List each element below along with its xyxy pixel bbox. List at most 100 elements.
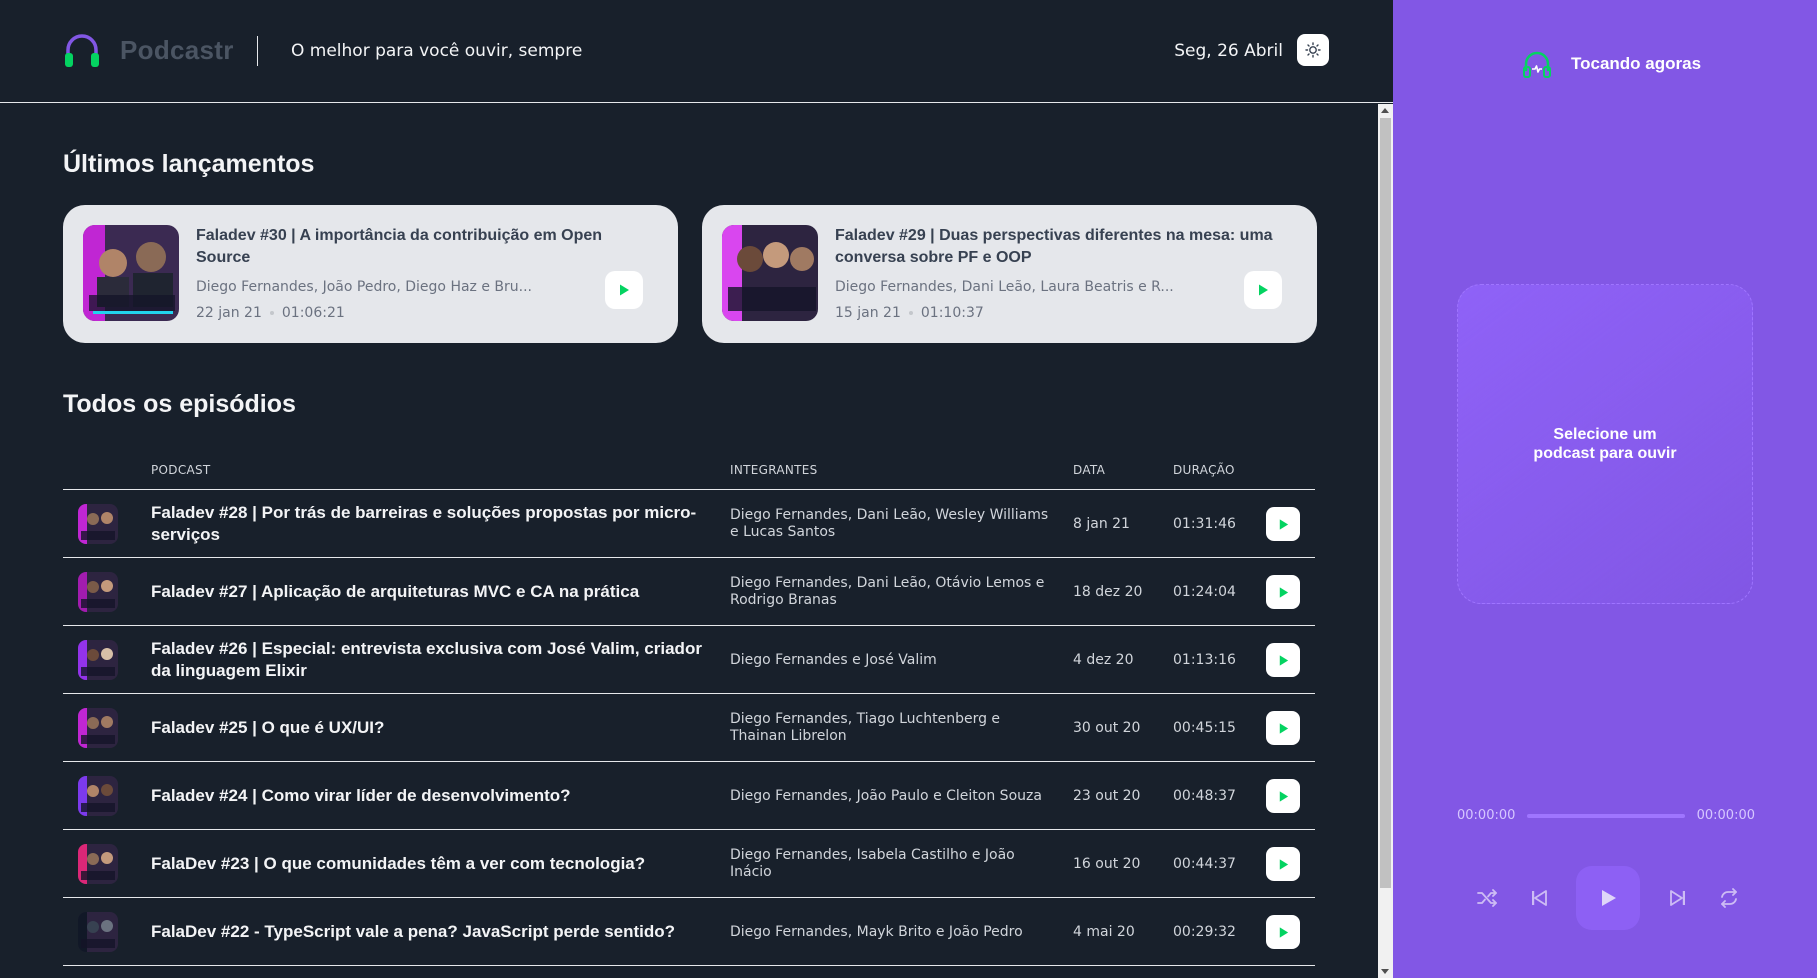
play-icon [1279,858,1288,870]
episode-thumbnail [78,708,118,748]
episode-title[interactable]: Faladev #28 | Por trás de barreiras e so… [151,490,711,558]
table-row[interactable]: FalaDev #23 | O que comunidades têm a ve… [63,830,1315,898]
episode-date: 15 jan 21 [835,305,901,321]
total-time: 00:00:00 [1696,808,1755,823]
episode-title[interactable]: Faladev #30 | A importância da contribui… [196,225,636,269]
episode-duration: 01:06:21 [281,305,345,321]
episode-members: Diego Fernandes, Isabela Castilho e João… [730,847,1015,880]
progress-bar[interactable] [1527,813,1685,818]
episodes-scroll-area[interactable]: Últimos lançamentos Faladev #30 | A impo… [0,104,1378,978]
theme-toggle-button[interactable] [1297,34,1329,66]
play-icon [1279,654,1288,666]
episode-cover-image [722,225,818,321]
episode-thumbnail [78,640,118,680]
episode-title[interactable]: Faladev #27 | Aplicação de arquiteturas … [151,558,711,626]
play-icon [1279,722,1288,734]
episode-meta: 22 jan 21 01:06:21 [196,305,345,321]
episode-meta: 15 jan 21 01:10:37 [835,305,984,321]
episode-title[interactable]: Faladev #25 | O que é UX/UI? [151,694,711,762]
play-icon [1279,790,1288,802]
scroll-up-arrow[interactable] [1381,108,1389,113]
play-episode-button[interactable] [1244,271,1282,309]
episode-cover-image [78,504,118,544]
column-integrantes: Integrantes [730,463,818,477]
play-episode-button[interactable] [1266,847,1300,881]
play-episode-button[interactable] [1266,711,1300,745]
main-area: Podcastr O melhor para você ouvir, sempr… [0,0,1393,978]
episode-title[interactable]: Faladev #26 | Especial: entrevista exclu… [151,626,711,694]
episode-cover-image [83,225,179,321]
play-episode-button[interactable] [1266,779,1300,813]
episode-date: 4 dez 20 [1073,652,1134,668]
latest-episode-card[interactable]: Faladev #30 | A importância da contribui… [63,205,678,343]
play-icon [1279,518,1288,530]
header-divider [257,36,258,66]
latest-episode-card[interactable]: Faladev #29 | Duas perspectivas diferent… [702,205,1317,343]
episode-title[interactable]: FalaDev #22 - TypeScript vale a pena? Ja… [151,898,711,966]
episode-duration: 00:29:32 [1173,924,1236,940]
shuffle-button[interactable] [1473,884,1501,912]
episode-cover-image [78,844,118,884]
episode-thumbnail [722,225,818,321]
episode-thumbnail [78,912,118,952]
play-button[interactable] [1576,866,1640,930]
latest-episodes: Faladev #30 | A importância da contribui… [63,205,1317,343]
previous-button[interactable] [1525,884,1553,912]
play-episode-button[interactable] [1266,507,1300,541]
player-panel: Tocando agoras Selecione um podcast para… [1393,0,1817,978]
separator-dot [269,311,274,315]
repeat-icon [1721,888,1737,908]
table-row[interactable]: Faladev #25 | O que é UX/UI? Diego Ferna… [63,694,1315,762]
episode-duration: 00:45:15 [1173,720,1236,736]
episode-members: Diego Fernandes e José Valim [730,651,937,668]
play-icon [1602,890,1616,906]
scroll-down-arrow[interactable] [1381,969,1389,974]
next-button[interactable] [1664,884,1692,912]
previous-icon [1531,890,1547,906]
episode-title[interactable]: FalaDev #23 | O que comunidades têm a ve… [151,830,711,898]
repeat-button[interactable] [1715,884,1743,912]
current-time: 00:00:00 [1457,808,1516,823]
table-row[interactable]: Faladev #28 | Por trás de barreiras e so… [63,490,1315,558]
episode-date: 18 dez 20 [1073,584,1143,600]
next-icon [1669,890,1685,906]
play-episode-button[interactable] [605,271,643,309]
episode-date: 8 jan 21 [1073,516,1130,532]
play-episode-button[interactable] [1266,915,1300,949]
episode-date: 4 mai 20 [1073,924,1135,940]
latest-heading: Últimos lançamentos [63,150,315,178]
player-header: Tocando agoras [1521,48,1701,80]
episode-thumbnail [78,572,118,612]
episode-members: Diego Fernandes, Dani Leão, Wesley Willi… [730,507,1049,540]
column-podcast: Podcast [151,463,211,477]
episode-duration: 01:31:46 [1173,516,1236,532]
episode-title[interactable]: Faladev #24 | Como virar líder de desenv… [151,762,711,830]
table-row[interactable]: FalaDev #22 - TypeScript vale a pena? Ja… [63,898,1315,966]
episode-members: Diego Fernandes, Tiago Luchtenberg e Tha… [730,711,1001,744]
scroll-thumb[interactable] [1380,118,1391,888]
table-row[interactable]: Faladev #26 | Especial: entrevista exclu… [63,626,1315,694]
episode-cover-image [78,572,118,612]
vertical-scrollbar[interactable] [1378,104,1393,978]
play-episode-button[interactable] [1266,643,1300,677]
column-duracao: Duração [1173,463,1235,477]
episode-date: 22 jan 21 [196,305,262,321]
logo[interactable]: Podcastr [62,30,234,70]
episode-date: 30 out 20 [1073,720,1141,736]
progress-area: 00:00:00 00:00:00 [1457,808,1755,823]
player-title: Tocando agoras [1571,54,1702,73]
episode-members: Diego Fernandes, João Pedro, Diego Haz e… [196,279,532,295]
play-episode-button[interactable] [1266,575,1300,609]
episode-cover-image [78,912,118,952]
episode-title[interactable]: Faladev #29 | Duas perspectivas diferent… [835,225,1275,269]
episode-members: Diego Fernandes, Dani Leão, Laura Beatri… [835,279,1174,295]
episode-date: 16 out 20 [1073,856,1141,872]
table-row[interactable]: Faladev #27 | Aplicação de arquiteturas … [63,558,1315,626]
column-data: Data [1073,463,1106,477]
episode-members: Diego Fernandes, Mayk Brito e João Pedro [730,923,1023,940]
headphones-logo-icon [65,34,99,67]
episode-cover-image [78,708,118,748]
episode-members: Diego Fernandes, Dani Leão, Otávio Lemos… [730,575,1045,608]
table-row[interactable]: Faladev #24 | Como virar líder de desenv… [63,762,1315,830]
play-icon [620,284,629,296]
